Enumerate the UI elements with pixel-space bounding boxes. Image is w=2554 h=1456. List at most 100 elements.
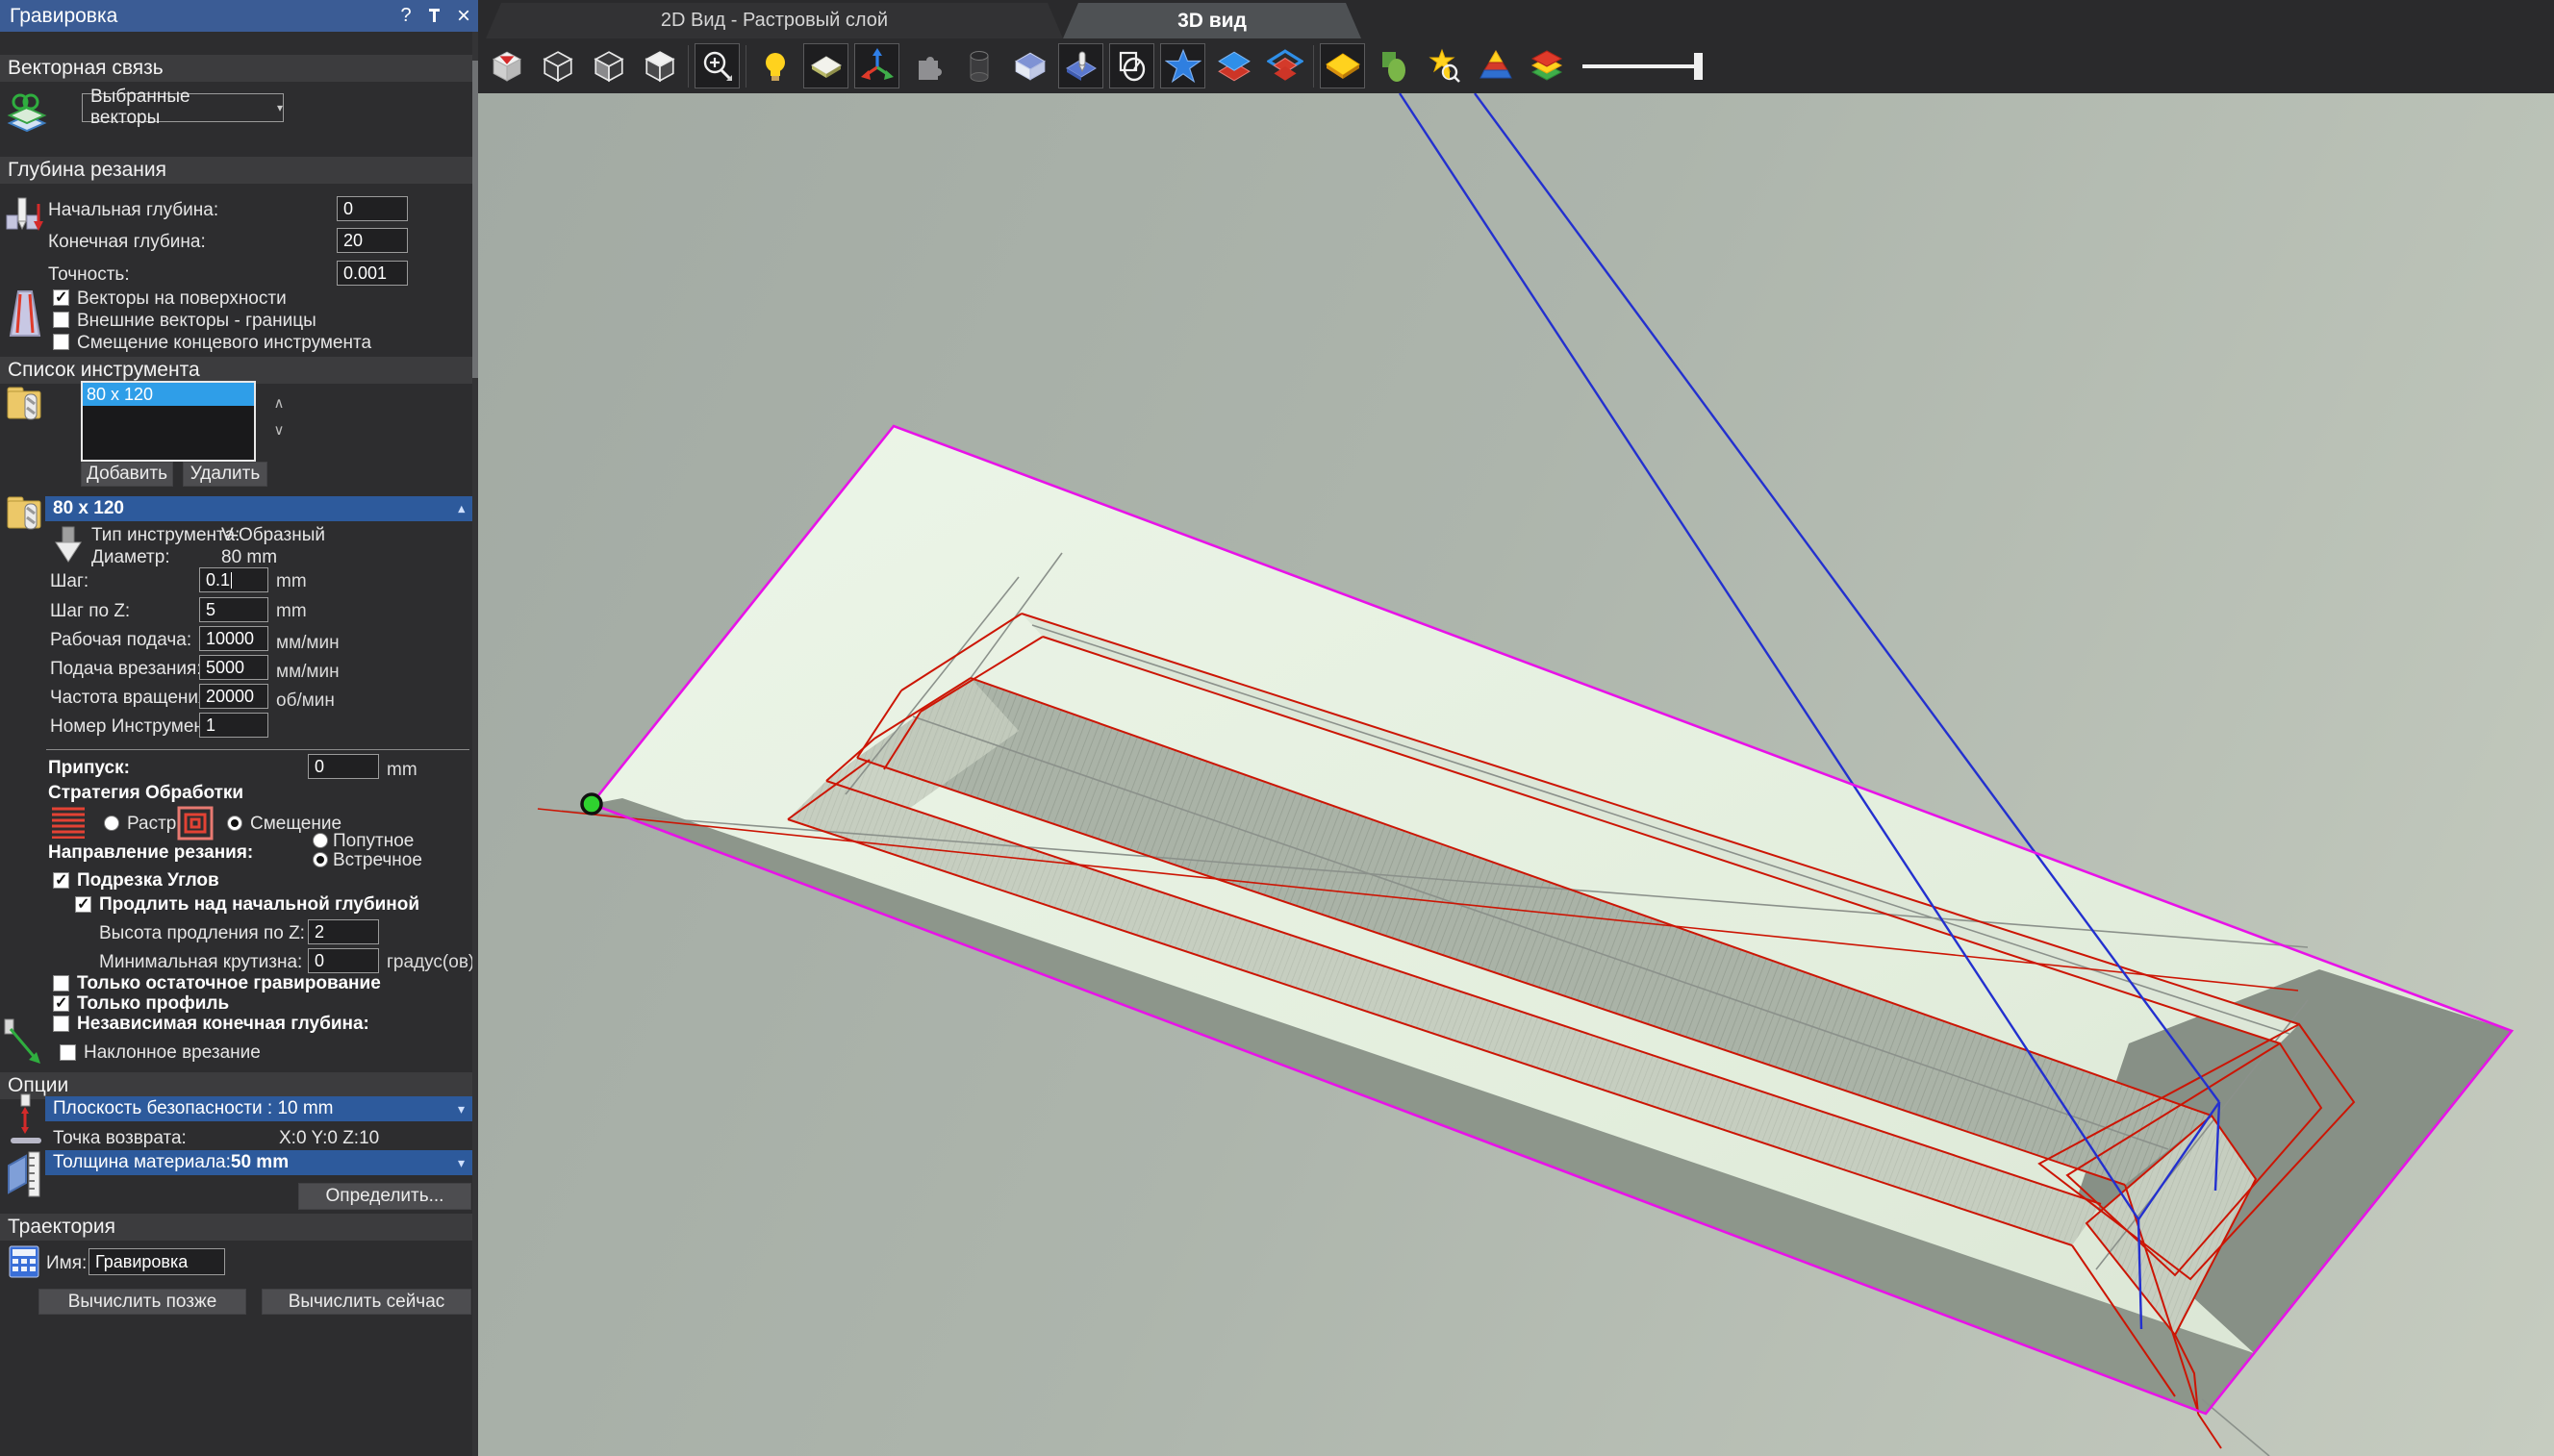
stepz-label: Шаг по Z:: [50, 601, 130, 622]
viewport-3d[interactable]: [478, 93, 2554, 1456]
simulate-toolpath-icon[interactable]: [1058, 43, 1103, 88]
show-plane-yellow-icon[interactable]: [1320, 43, 1365, 88]
depth-icon: [6, 190, 44, 246]
help-icon[interactable]: ?: [392, 5, 420, 27]
profile-only-checkbox[interactable]: [53, 995, 69, 1012]
extend-above-checkbox[interactable]: [75, 896, 91, 913]
ramp-plunge-checkbox[interactable]: [60, 1044, 76, 1061]
corner-trim-checkbox[interactable]: [53, 872, 69, 889]
move-tool-up-icon[interactable]: ∧: [269, 394, 289, 412]
view-tabbar: 2D Вид - Растровый слой 3D вид: [478, 0, 2554, 38]
step-input[interactable]: 0.1: [199, 567, 268, 592]
tab-3d-view[interactable]: 3D вид: [1063, 3, 1361, 38]
spindle-unit: об/мин: [276, 690, 335, 712]
section-tool-list: Список инструмента: [0, 357, 478, 384]
chevron-down-icon: ▾: [458, 1155, 465, 1171]
spindle-input[interactable]: 20000: [199, 684, 268, 709]
vector-selector-value: Выбранные векторы: [90, 87, 264, 129]
toolnumber-input[interactable]: 1: [199, 713, 268, 738]
move-tool-down-icon[interactable]: ∨: [269, 421, 289, 439]
tool-listbox[interactable]: 80 x 120: [81, 381, 256, 462]
close-icon[interactable]: ×: [449, 3, 478, 30]
vector-selector-dropdown[interactable]: Выбранные векторы ▾: [82, 93, 284, 122]
end-depth-input[interactable]: 20: [337, 228, 408, 253]
material-thickness-label: Толщина материала:: [53, 1152, 231, 1173]
material-thickness-bar[interactable]: Толщина материала: 50 mm ▾: [45, 1150, 472, 1175]
end-depth-label: Конечная глубина:: [48, 232, 206, 253]
preview-star-zoom-icon[interactable]: [1422, 43, 1467, 88]
chevron-up-icon: ▴: [458, 501, 465, 516]
raster-radio[interactable]: [104, 816, 119, 831]
origin-marker: [582, 794, 601, 814]
offset-label: Смещение: [250, 814, 341, 835]
section-trajectory: Траектория: [0, 1214, 478, 1241]
view-side-icon[interactable]: [586, 43, 631, 88]
trajectory-name-input[interactable]: Гравировка: [89, 1248, 225, 1275]
raster-strategy-icon: [50, 806, 87, 839]
view-front-icon[interactable]: [535, 43, 580, 88]
extend-height-input[interactable]: 2: [308, 919, 379, 944]
calculate-now-button[interactable]: Вычислить сейчас: [262, 1289, 471, 1315]
show-axes-icon[interactable]: [854, 43, 899, 88]
outer-vectors-checkbox[interactable]: [53, 312, 69, 328]
tab-2d-view[interactable]: 2D Вид - Растровый слой: [486, 3, 1063, 38]
toggle-light-icon[interactable]: [752, 43, 797, 88]
safety-plane-value: Плоскость безопасности : 10 mm: [53, 1098, 334, 1119]
feed-unit: мм/мин: [276, 633, 340, 654]
plunge-input[interactable]: 5000: [199, 655, 268, 680]
material-thickness-icon: [6, 1148, 44, 1200]
show-star-icon[interactable]: [1160, 43, 1205, 88]
define-material-button[interactable]: Определить...: [298, 1183, 471, 1210]
cut-direction-label: Направление резания:: [48, 842, 253, 864]
safety-plane-icon: [8, 1092, 44, 1148]
material-thickness-value: 50 mm: [231, 1152, 289, 1173]
layers-blue-red-icon[interactable]: [1211, 43, 1256, 88]
climb-radio[interactable]: [313, 833, 328, 848]
panel-scrollbar-thumb[interactable]: [472, 61, 478, 378]
view-top-icon[interactable]: [637, 43, 682, 88]
plugin-icon[interactable]: [905, 43, 950, 88]
vector-link-icon: [6, 92, 48, 133]
endmill-offset-checkbox[interactable]: [53, 334, 69, 350]
remove-tool-button[interactable]: Удалить: [183, 462, 267, 487]
offset-radio[interactable]: [227, 816, 242, 831]
tool-detail-header[interactable]: 80 x 120 ▴: [45, 496, 472, 521]
pin-icon[interactable]: [420, 7, 449, 26]
allowance-unit: mm: [387, 760, 417, 781]
min-slope-input[interactable]: 0: [308, 948, 379, 973]
calculate-later-button[interactable]: Вычислить позже: [38, 1289, 246, 1315]
toolpath-outline-icon[interactable]: [1109, 43, 1154, 88]
stepz-input[interactable]: 5: [199, 597, 268, 622]
vectors-on-surface-checkbox[interactable]: [53, 289, 69, 306]
show-block-icon[interactable]: [1007, 43, 1052, 88]
conventional-radio[interactable]: [313, 852, 328, 867]
tool-size-slider[interactable]: [1579, 43, 1713, 88]
extend-height-label: Высота продления по Z:: [99, 923, 305, 944]
min-slope-unit: градус(ов): [387, 952, 474, 973]
tool-type-label: Тип инструмента:: [91, 525, 240, 546]
safety-plane-bar[interactable]: Плоскость безопасности : 10 mm ▾: [45, 1096, 472, 1121]
raster-label: Растр: [127, 814, 176, 835]
allowance-input[interactable]: 0: [308, 754, 379, 779]
zoom-icon[interactable]: [695, 43, 740, 88]
engraving-panel: Гравировка ? × Векторная связь Выбранные…: [0, 0, 478, 1456]
strategy-header: Стратегия Обработки: [48, 783, 243, 804]
view-isometric-icon[interactable]: [484, 43, 529, 88]
show-cylinder-icon[interactable]: [956, 43, 1001, 88]
layers-red-blue-icon[interactable]: [1262, 43, 1307, 88]
calculator-icon: [8, 1244, 40, 1279]
rest-engraving-checkbox[interactable]: [53, 975, 69, 992]
panel-scrollbar[interactable]: [472, 32, 478, 1456]
feed-input[interactable]: 10000: [199, 626, 268, 651]
tool-list-item-selected[interactable]: 80 x 120: [83, 383, 254, 406]
pyramid-color-icon[interactable]: [1473, 43, 1518, 88]
start-depth-input[interactable]: 0: [337, 196, 408, 221]
tool-folder-icon: [6, 383, 48, 423]
primitives-green-icon[interactable]: [1371, 43, 1416, 88]
independent-depth-checkbox[interactable]: [53, 1016, 69, 1032]
tolerance-input[interactable]: 0.001: [337, 261, 408, 286]
add-tool-button[interactable]: Добавить: [81, 462, 173, 487]
show-material-icon[interactable]: [803, 43, 848, 88]
application-window: Гравировка ? × Векторная связь Выбранные…: [0, 0, 2554, 1456]
block-color-icon[interactable]: [1524, 43, 1569, 88]
